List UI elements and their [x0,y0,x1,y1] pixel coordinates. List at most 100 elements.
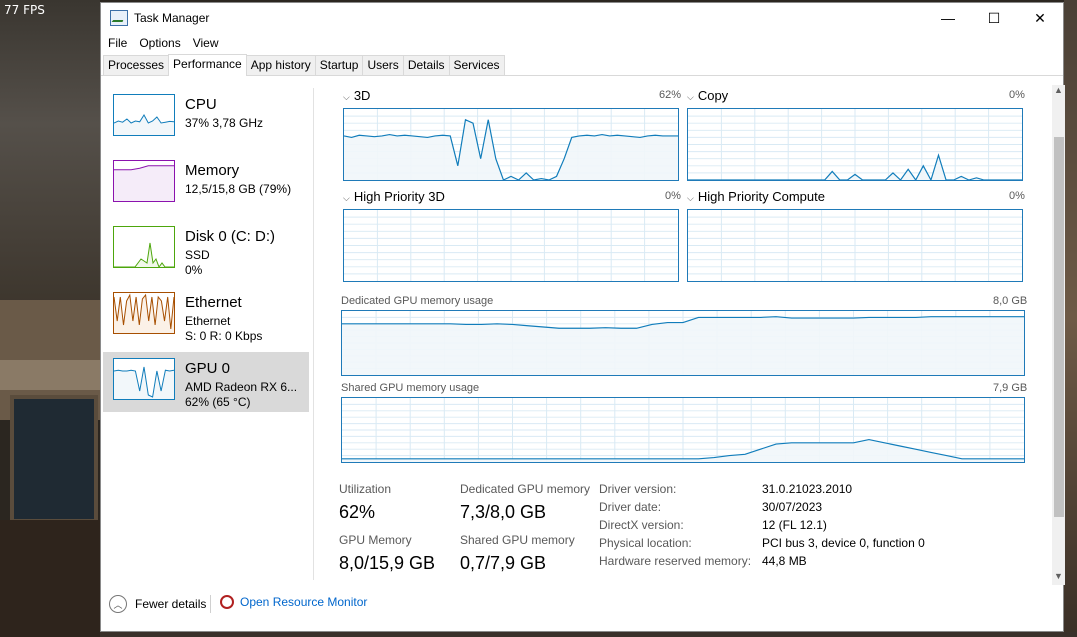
shared-memory-graph [341,397,1025,463]
fps-counter: 77 FPS [4,3,45,17]
gpu-thumbnail-graph [113,358,175,400]
sidebar-item-label: Memory [185,162,240,179]
engine-high-priority-compute-graph [687,209,1023,282]
driver-date-label: Driver date: [599,500,662,514]
engine-copy-label[interactable]: ⌵ Copy [687,88,728,103]
title-bar[interactable]: Task Manager — ☐ ✕ [101,3,1063,33]
engine-3d-graph [343,108,679,181]
vertical-scrollbar[interactable]: ▲ ▼ [1052,85,1065,585]
open-resource-monitor-label: Open Resource Monitor [240,595,368,609]
chevron-down-icon: ⌵ [343,193,350,203]
tab-details[interactable]: Details [402,55,450,75]
engine-label-text: High Priority Compute [697,189,825,204]
directx-version-label: DirectX version: [599,518,684,532]
shared-gpu-memory-value: 0,7/7,9 GB [460,553,547,573]
graph-area [114,243,174,267]
maximize-button[interactable]: ☐ [971,3,1017,33]
engine-label-text: 3D [353,88,371,103]
engine-label-text: Copy [697,88,729,103]
utilization-value: 62% [339,502,376,522]
engine-high-priority-3d-percent: 0% [665,190,681,202]
physical-location-value: PCI bus 3, device 0, function 0 [762,536,925,550]
resource-sidebar: CPU 37% 3,78 GHz Memory 12,5/15,8 GB (79… [103,88,309,578]
sidebar-item-gpu[interactable]: GPU 0 AMD Radeon RX 6... 62% (65 °C) [103,352,309,412]
sidebar-item-ethernet[interactable]: Ethernet Ethernet S: 0 R: 0 Kbps [103,286,309,346]
engine-3d-label[interactable]: ⌵ 3D [343,88,370,103]
sidebar-item-detail-2: S: 0 R: 0 Kbps [185,329,263,343]
engine-copy-percent: 0% [1009,89,1025,101]
engine-high-priority-compute-label[interactable]: ⌵ High Priority Compute [687,189,825,204]
driver-date-value: 30/07/2023 [762,500,823,514]
gpu-memory-value: 8,0/15,9 GB [339,553,436,573]
dedicated-gpu-memory-label: Dedicated GPU memory [460,482,591,496]
physical-location-label: Physical location: [599,536,692,550]
sidebar-item-detail-2: 62% (65 °C) [185,395,251,409]
menu-options[interactable]: Options [137,36,186,50]
scroll-up-icon[interactable]: ▲ [1052,85,1065,99]
graph-grid [688,210,1022,281]
footer: ︿ Fewer details Open Resource Monitor [101,579,1063,631]
engine-high-priority-compute-percent: 0% [1009,190,1025,202]
sidebar-item-memory[interactable]: Memory 12,5/15,8 GB (79%) [103,154,309,214]
sidebar-item-label: Disk 0 (C: D:) [185,228,275,245]
dedicated-gpu-memory-value: 7,3/8,0 GB [460,502,547,522]
window-title: Task Manager [134,11,210,25]
sidebar-item-label: Ethernet [185,294,242,311]
minimize-button[interactable]: — [925,3,971,33]
memory-thumbnail-graph [113,160,175,202]
chevron-down-icon: ⌵ [687,193,694,203]
shared-memory-max: 7,9 GB [993,382,1028,394]
resource-monitor-icon [220,595,234,609]
driver-version-value: 31.0.21023.2010 [762,482,853,496]
menu-view[interactable]: View [191,36,225,50]
chevron-down-icon: ⌵ [687,92,694,102]
gpu-memory-label: GPU Memory [339,533,412,547]
sidebar-item-detail: AMD Radeon RX 6... [185,380,298,394]
open-resource-monitor-link[interactable]: Open Resource Monitor [220,595,367,609]
utilization-label: Utilization [339,482,392,496]
task-manager-icon [110,10,128,26]
sidebar-divider [313,88,314,580]
footer-separator [210,595,211,613]
disk-thumbnail-graph [113,226,175,268]
tab-processes[interactable]: Processes [103,55,170,75]
ethernet-thumbnail-graph [113,292,175,334]
menu-bar: File Options View [101,33,1063,53]
sidebar-item-disk[interactable]: Disk 0 (C: D:) SSD 0% [103,220,309,280]
shared-memory-label: Shared GPU memory usage [341,382,480,394]
fewer-details-button[interactable]: ︿ Fewer details [109,595,206,613]
shared-gpu-memory-label: Shared GPU memory [460,533,575,547]
sidebar-item-detail-2: 0% [185,263,203,277]
engine-label-text: High Priority 3D [353,189,445,204]
menu-file[interactable]: File [106,36,133,50]
graph-area [342,316,1024,375]
tab-users[interactable]: Users [362,55,404,75]
scroll-thumb[interactable] [1054,137,1064,517]
engine-3d-percent: 62% [659,89,682,101]
graph-area [114,115,174,135]
graph-area [114,165,174,201]
sidebar-item-detail: Ethernet [185,314,231,328]
task-manager-window: Task Manager — ☐ ✕ File Options View Pro… [100,2,1065,632]
sidebar-item-label: GPU 0 [185,360,231,377]
tab-startup[interactable]: Startup [314,55,364,75]
hardware-reserved-memory-value: 44,8 MB [762,554,807,568]
chevron-down-icon: ⌵ [343,92,350,102]
engine-copy-graph [687,108,1023,181]
graph-grid [688,109,1022,180]
hardware-reserved-memory-label: Hardware reserved memory: [599,554,752,568]
graph-grid [344,210,678,281]
chevron-up-icon: ︿ [109,595,127,613]
tab-services[interactable]: Services [448,55,505,75]
directx-version-value: 12 (FL 12.1) [762,518,827,532]
close-button[interactable]: ✕ [1017,3,1063,33]
dedicated-memory-graph [341,310,1025,376]
tab-app-history[interactable]: App history [245,55,316,75]
sidebar-item-cpu[interactable]: CPU 37% 3,78 GHz [103,88,309,148]
dedicated-memory-max: 8,0 GB [993,295,1028,307]
sidebar-item-label: CPU [185,96,217,113]
engine-high-priority-3d-label[interactable]: ⌵ High Priority 3D [343,189,445,204]
cpu-thumbnail-graph [113,94,175,136]
tab-performance[interactable]: Performance [168,54,247,76]
sidebar-item-detail: 12,5/15,8 GB (79%) [185,182,292,196]
